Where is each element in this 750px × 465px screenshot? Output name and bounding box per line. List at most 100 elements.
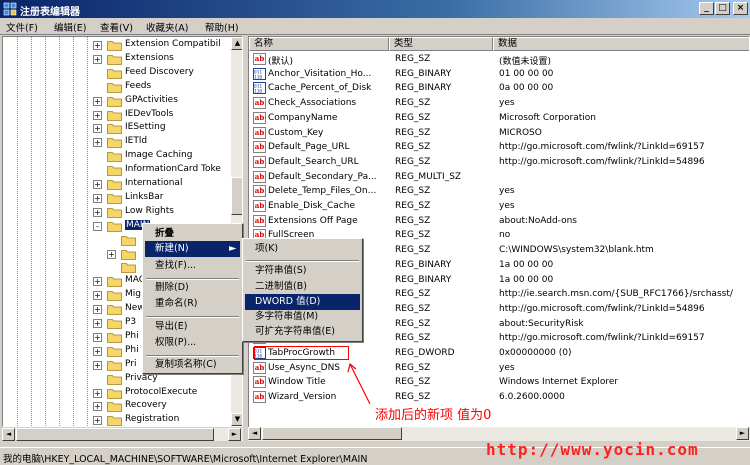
tree-node[interactable]: + Recovery bbox=[3, 399, 231, 413]
expand-icon[interactable]: + bbox=[107, 249, 116, 259]
value-row[interactable]: ab Window Title REG_SZ Windows Internet Exp… bbox=[249, 375, 749, 390]
string-value-icon: ab bbox=[253, 97, 266, 110]
menu-item-permissions[interactable]: 权限(P)... bbox=[145, 335, 240, 351]
collapse-icon[interactable]: - bbox=[93, 221, 102, 231]
column-header-name[interactable]: 名称 bbox=[249, 37, 389, 51]
value-row[interactable]: ab Delete_Temp_Files_On... REG_SZ yes bbox=[249, 184, 749, 199]
expand-icon[interactable]: + bbox=[93, 138, 102, 148]
scroll-right-icon[interactable]: ► bbox=[228, 428, 241, 441]
expand-icon[interactable]: + bbox=[93, 124, 102, 134]
expand-icon[interactable]: + bbox=[93, 305, 102, 315]
submenu-item-multi-string-value[interactable]: 多字符串值(M) bbox=[245, 309, 360, 325]
expand-icon[interactable]: + bbox=[93, 346, 102, 356]
value-row[interactable]: ab Enable_Disk_Cache REG_SZ yes bbox=[249, 199, 749, 214]
column-header-type[interactable]: 类型 bbox=[389, 37, 493, 51]
menu-help[interactable]: 帮助(H) bbox=[205, 20, 239, 34]
value-type: REG_SZ bbox=[395, 333, 431, 344]
value-row[interactable]: ab Use_Async_DNS REG_SZ yes bbox=[249, 361, 749, 376]
folder-icon bbox=[107, 166, 122, 176]
expand-icon[interactable]: + bbox=[93, 180, 102, 189]
value-row[interactable]: ab Default_Page_URL REG_SZ http://go.micros… bbox=[249, 140, 749, 155]
menu-item-collapse[interactable]: 折叠 bbox=[145, 226, 240, 242]
menu-view[interactable]: 查看(V) bbox=[100, 20, 133, 34]
tree-node[interactable]: + IESetting bbox=[3, 121, 231, 135]
title-bar[interactable]: 注册表编辑器 _ □ × bbox=[0, 0, 750, 18]
submenu-item-binary-value[interactable]: 二进制值(B) bbox=[245, 279, 360, 295]
menu-edit[interactable]: 编辑(E) bbox=[54, 20, 86, 34]
value-row[interactable]: ab Custom_Key REG_SZ MICROSO bbox=[249, 126, 749, 141]
scroll-left-icon[interactable]: ◄ bbox=[2, 428, 15, 441]
value-row[interactable]: ab Default_Search_URL REG_SZ http://go.micr… bbox=[249, 155, 749, 170]
expand-icon[interactable]: + bbox=[93, 291, 102, 301]
tree-node[interactable]: Feed Discovery bbox=[3, 66, 231, 80]
tree-node[interactable]: + IEDevTools bbox=[3, 108, 231, 122]
expand-icon[interactable]: + bbox=[93, 332, 102, 342]
menu-item-find[interactable]: 查找(F)... bbox=[145, 258, 240, 274]
menu-item-rename[interactable]: 重命名(R) bbox=[145, 296, 240, 312]
tree-node[interactable]: + Extension Compatibil bbox=[3, 38, 231, 52]
value-type: REG_SZ bbox=[395, 127, 431, 138]
value-row[interactable]: 011 110 Cache_Percent_of_Disk REG_BINARY 0a … bbox=[249, 81, 749, 96]
tree-horizontal-scrollbar[interactable]: ◄ ► bbox=[2, 427, 243, 441]
column-header-data[interactable]: 数据 bbox=[493, 37, 749, 51]
expand-icon[interactable]: + bbox=[93, 54, 102, 64]
expand-icon[interactable]: + bbox=[93, 41, 102, 50]
value-type: REG_SZ bbox=[395, 156, 431, 167]
scroll-thumb[interactable] bbox=[231, 177, 242, 215]
submenu-item-expandable-string-value[interactable]: 可扩充字符串值(E) bbox=[245, 324, 360, 340]
tree-node[interactable]: + Low Rights bbox=[3, 205, 231, 219]
scroll-thumb[interactable] bbox=[16, 428, 214, 441]
tree-node[interactable]: + GPActivities bbox=[3, 94, 231, 108]
expand-icon[interactable]: + bbox=[93, 319, 102, 328]
menu-file[interactable]: 文件(F) bbox=[6, 20, 38, 34]
scroll-up-icon[interactable]: ▲ bbox=[231, 37, 242, 50]
close-button[interactable]: × bbox=[733, 2, 748, 15]
folder-icon bbox=[107, 193, 122, 204]
expand-icon[interactable]: + bbox=[93, 402, 102, 412]
expand-icon[interactable]: + bbox=[93, 388, 102, 398]
tree-node[interactable]: + IETld bbox=[3, 135, 231, 149]
menu-item-copy-key-name[interactable]: 复制项名称(C) bbox=[145, 357, 240, 373]
submenu-item-key[interactable]: 项(K) bbox=[245, 241, 360, 257]
tree-node[interactable]: + International bbox=[3, 177, 231, 191]
maximize-button[interactable]: □ bbox=[715, 2, 730, 15]
tree-node-label: ProtocolExecute bbox=[125, 386, 198, 397]
scroll-left-icon[interactable]: ◄ bbox=[248, 427, 261, 440]
tree-node[interactable]: Feeds bbox=[3, 80, 231, 94]
expand-icon[interactable]: + bbox=[93, 207, 102, 217]
tree-node[interactable]: + LinksBar bbox=[3, 191, 231, 205]
value-row[interactable]: ab Default_Secondary_Pa... REG_MULTI_SZ bbox=[249, 170, 749, 185]
menu-separator bbox=[246, 260, 359, 262]
value-row[interactable]: ab Check_Associations REG_SZ yes bbox=[249, 96, 749, 111]
expand-icon[interactable]: + bbox=[93, 110, 102, 120]
tree-node-label: Low Rights bbox=[125, 205, 174, 216]
scroll-right-icon[interactable]: ► bbox=[736, 427, 749, 440]
menu-item-export[interactable]: 导出(E) bbox=[145, 319, 240, 335]
menu-item-delete[interactable]: 删除(D) bbox=[145, 280, 240, 296]
expand-icon[interactable]: + bbox=[93, 193, 102, 203]
folder-icon bbox=[107, 291, 122, 302]
value-name: CompanyName bbox=[268, 112, 338, 123]
value-row[interactable]: ab CompanyName REG_SZ Microsoft Corporation bbox=[249, 111, 749, 126]
scroll-thumb[interactable] bbox=[262, 427, 402, 440]
submenu-item-string-value[interactable]: 字符串值(S) bbox=[245, 263, 360, 279]
tree-node[interactable]: + ProtocolExecute bbox=[3, 386, 231, 400]
value-row[interactable]: ab (默认) REG_SZ (数值未设置) bbox=[249, 52, 749, 67]
value-row[interactable]: ab Wizard_Version REG_SZ 6.0.2600.0000 bbox=[249, 390, 749, 405]
expand-icon[interactable]: + bbox=[93, 277, 102, 287]
value-row[interactable]: ab Extensions Off Page REG_SZ about:NoAdd-o… bbox=[249, 214, 749, 229]
values-horizontal-scrollbar[interactable]: ◄ ► bbox=[248, 427, 750, 441]
expand-icon[interactable]: + bbox=[93, 96, 102, 106]
expand-icon[interactable]: + bbox=[93, 416, 102, 426]
tree-node[interactable]: + Registration bbox=[3, 413, 231, 426]
tree-node[interactable]: + Extensions bbox=[3, 52, 231, 66]
tree-node[interactable]: InformationCard Toke bbox=[3, 163, 231, 177]
submenu-item-dword-value[interactable]: DWORD 值(D) bbox=[245, 294, 360, 310]
minimize-button[interactable]: _ bbox=[699, 2, 714, 15]
menu-favorites[interactable]: 收藏夹(A) bbox=[146, 20, 188, 34]
tree-node[interactable]: Image Caching bbox=[3, 149, 231, 163]
value-row[interactable]: 011 110 Anchor_Visitation_Ho... REG_BINARY 0… bbox=[249, 67, 749, 82]
menu-item-new[interactable]: 新建(N) ► bbox=[145, 241, 240, 257]
expand-icon[interactable]: + bbox=[93, 360, 102, 370]
scroll-down-icon[interactable]: ▼ bbox=[231, 413, 242, 426]
